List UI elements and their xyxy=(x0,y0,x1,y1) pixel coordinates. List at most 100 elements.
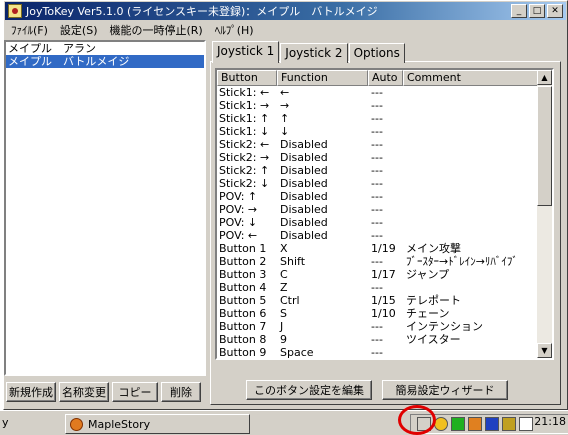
scroll-down-arrow-icon[interactable]: ▼ xyxy=(537,343,552,358)
cell-comment: ﾌﾞｰｽﾀｰ→ﾄﾞﾚｲﾝ→ﾘﾊﾞｲﾌﾞ xyxy=(406,255,518,268)
taskbar-maplestory-button[interactable]: MapleStory xyxy=(65,414,250,434)
cell-function: Disabled xyxy=(280,177,328,190)
cell-function: Disabled xyxy=(280,203,328,216)
scroll-up-arrow-icon[interactable]: ▲ xyxy=(537,70,552,85)
cell-button: Stick1: ← xyxy=(219,86,270,99)
menu-pause[interactable]: 機能の一時停止(R) xyxy=(104,22,209,38)
rename-profile-button[interactable]: 名称変更 xyxy=(59,382,109,402)
table-row[interactable]: Stick2: ← Disabled --- xyxy=(217,138,539,151)
cell-auto: 1/17 xyxy=(371,268,396,281)
cell-button: Stick2: → xyxy=(219,151,270,164)
tab-joystick-1[interactable]: Joystick 1 xyxy=(212,41,280,63)
table-row[interactable]: POV: → Disabled --- xyxy=(217,203,539,216)
cell-button: Button 1 xyxy=(219,242,267,255)
tray-network-icon[interactable] xyxy=(451,417,465,431)
tray-volume-icon[interactable] xyxy=(519,417,533,431)
cell-comment xyxy=(403,281,539,294)
table-row[interactable]: POV: ↑ Disabled --- xyxy=(217,190,539,203)
table-row[interactable]: Stick1: ↑ ↑ --- xyxy=(217,112,539,125)
table-row[interactable]: Stick2: ↓ Disabled --- xyxy=(217,177,539,190)
edit-button-setting-button[interactable]: このボタン設定を編集 xyxy=(246,380,372,400)
table-row[interactable]: Button 6 S 1/10 チェーン xyxy=(217,307,539,320)
profile-list[interactable]: メイプル アラン メイプル バトルメイジ xyxy=(4,40,206,376)
close-button[interactable]: ✕ xyxy=(547,4,563,18)
vertical-scrollbar[interactable]: ▲ ▼ xyxy=(537,70,552,358)
title-bar[interactable]: JoyToKey Ver5.1.0 (ライセンスキー未登録)：メイプル バトルメ… xyxy=(5,2,566,20)
menu-help[interactable]: ﾍﾙﾌﾟ(H) xyxy=(209,22,260,38)
tray-monitor-icon[interactable] xyxy=(485,417,499,431)
tray-tool-icon[interactable] xyxy=(502,417,516,431)
table-row[interactable]: Button 7 J --- インテンション xyxy=(217,320,539,333)
copy-profile-button[interactable]: コピー xyxy=(112,382,158,402)
cell-auto: --- xyxy=(371,151,383,164)
new-profile-button[interactable]: 新規作成 xyxy=(6,382,56,402)
tray-shield-icon[interactable] xyxy=(468,417,482,431)
menu-settings[interactable]: 設定(S) xyxy=(54,22,104,38)
cell-auto: --- xyxy=(371,138,383,151)
header-comment[interactable]: Comment xyxy=(403,70,539,86)
cell-comment xyxy=(403,151,539,164)
cell-function: ↑ xyxy=(280,112,290,125)
cell-button: Stick1: → xyxy=(219,99,270,112)
menu-file[interactable]: ﾌｧｲﾙ(F) xyxy=(5,22,54,38)
cell-comment xyxy=(403,138,539,151)
cell-function: Disabled xyxy=(280,151,328,164)
minimize-button[interactable]: _ xyxy=(511,4,527,18)
table-row[interactable]: Button 2 Shift --- ﾌﾞｰｽﾀｰ→ﾄﾞﾚｲﾝ→ﾘﾊﾞｲﾌﾞ xyxy=(217,255,539,268)
table-row[interactable]: Button 5 Ctrl 1/15 テレポート xyxy=(217,294,539,307)
table-row[interactable]: Stick1: → → --- xyxy=(217,99,539,112)
table-row[interactable]: POV: ↓ Disabled --- xyxy=(217,216,539,229)
cell-auto: --- xyxy=(371,86,383,99)
table-row[interactable]: Stick2: → Disabled --- xyxy=(217,151,539,164)
joytokey-app-icon[interactable] xyxy=(8,4,22,18)
table-row[interactable]: Button 10\--- xyxy=(217,359,539,360)
cell-comment xyxy=(403,177,539,190)
button-assignment-table[interactable]: Button Function Auto Comment Stick1: ← ← -… xyxy=(215,68,554,360)
cell-button: Button 8 xyxy=(219,333,267,346)
highlight-circle xyxy=(398,405,436,435)
table-row[interactable]: Button 9 Space --- xyxy=(217,346,539,358)
menu-bar: ﾌｧｲﾙ(F) 設定(S) 機能の一時停止(R) ﾍﾙﾌﾟ(H) xyxy=(5,21,566,39)
cell-comment: メイン攻撃 xyxy=(406,242,461,255)
table-row[interactable]: Button 3 C 1/17 ジャンプ xyxy=(217,268,539,281)
cell-comment: インテンション xyxy=(406,320,483,333)
scroll-thumb[interactable] xyxy=(537,86,552,206)
profile-item-aran[interactable]: メイプル アラン xyxy=(6,42,204,55)
taskbar-maplestory-label: MapleStory xyxy=(88,417,151,431)
cell-function: Disabled xyxy=(280,190,328,203)
cell-comment xyxy=(403,125,539,138)
header-function[interactable]: Function xyxy=(277,70,368,86)
table-row[interactable]: Stick1: ↓ ↓ --- xyxy=(217,125,539,138)
cell-auto: --- xyxy=(368,359,403,360)
profile-item-battlemage[interactable]: メイプル バトルメイジ xyxy=(6,55,204,68)
cell-comment: ジャンプ xyxy=(406,268,450,281)
delete-profile-button[interactable]: 削除 xyxy=(161,382,201,402)
assignment-buttons: このボタン設定を編集 簡易設定ウィザード xyxy=(246,380,508,400)
table-row[interactable]: Button 4 Z --- xyxy=(217,281,539,294)
taskbar-clock[interactable]: 21:18 xyxy=(534,415,566,428)
cell-function: Disabled xyxy=(280,229,328,242)
window-controls: _ □ ✕ xyxy=(511,4,563,18)
table-row[interactable]: Button 1 X 1/19 メイン攻撃 xyxy=(217,242,539,255)
cell-comment xyxy=(403,164,539,177)
table-row[interactable]: Button 8 9 --- ツイスター xyxy=(217,333,539,346)
cell-function: C xyxy=(280,268,288,281)
maximize-button[interactable]: □ xyxy=(529,4,545,18)
cell-function: Disabled xyxy=(280,138,328,151)
cell-button: Button 4 xyxy=(219,281,267,294)
tray-status-icon[interactable] xyxy=(434,417,448,431)
tab-joystick-2[interactable]: Joystick 2 xyxy=(280,43,348,63)
cell-auto: --- xyxy=(371,125,383,138)
table-row[interactable]: Stick2: ↑ Disabled --- xyxy=(217,164,539,177)
tab-options[interactable]: Options xyxy=(348,43,405,63)
header-auto[interactable]: Auto xyxy=(368,70,403,86)
table-row[interactable]: POV: ← Disabled --- xyxy=(217,229,539,242)
cell-comment xyxy=(403,216,539,229)
header-button[interactable]: Button xyxy=(217,70,277,86)
table-row[interactable]: Stick1: ← ← --- xyxy=(217,86,539,99)
cell-function: 9 xyxy=(280,333,287,346)
setup-wizard-button[interactable]: 簡易設定ウィザード xyxy=(382,380,508,400)
cell-button: Button 2 xyxy=(219,255,267,268)
table-header: Button Function Auto Comment xyxy=(217,70,539,86)
cell-comment xyxy=(403,346,539,358)
